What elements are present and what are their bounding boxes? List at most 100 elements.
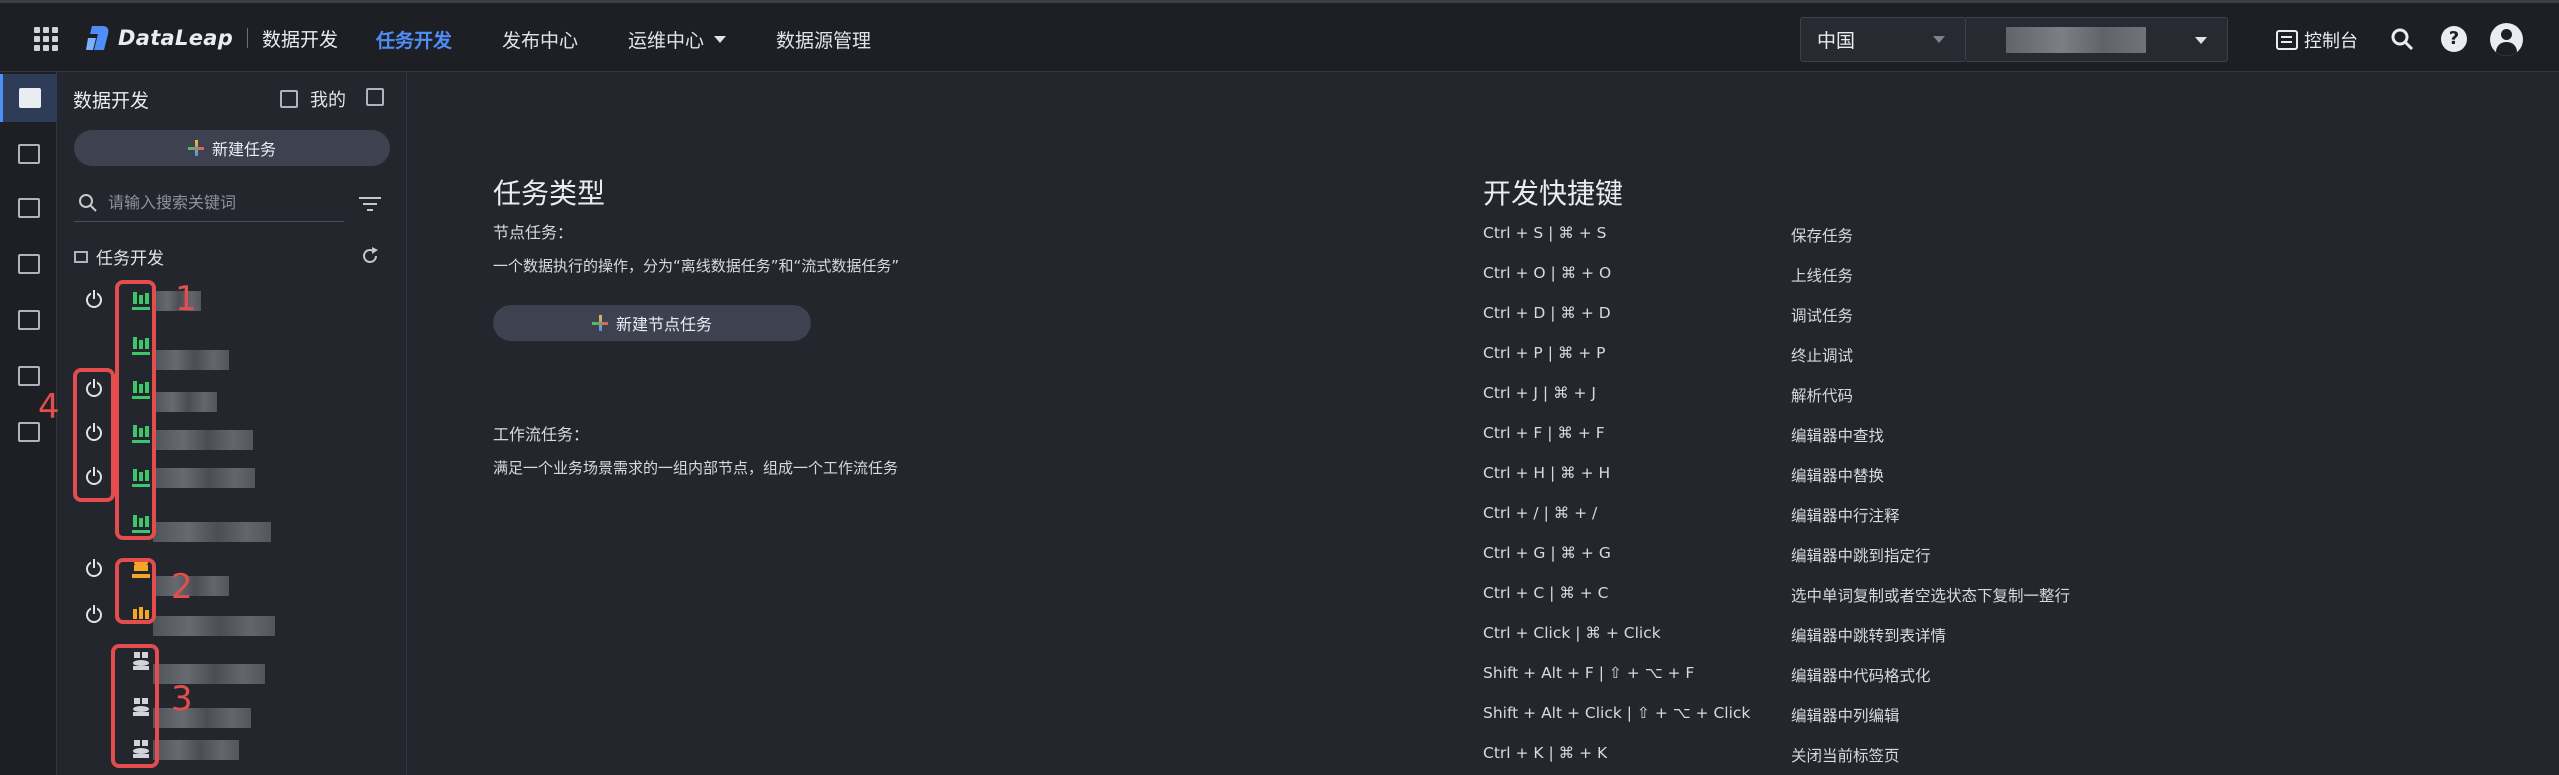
task-row[interactable]	[57, 604, 407, 636]
mine-filter-checkbox[interactable]: 我的	[280, 86, 346, 112]
shortcut-keys: Ctrl + D | ⌘ + D	[1483, 304, 1611, 322]
shortcut-description: 关闭当前标签页	[1791, 747, 1900, 765]
logo[interactable]: DataLeap 数据开发	[86, 23, 338, 53]
help-icon[interactable]: ?	[2441, 26, 2467, 52]
folder-code-icon	[74, 250, 88, 263]
nav-datasource-manage[interactable]: 数据源管理	[776, 26, 871, 53]
task-row[interactable]	[57, 558, 407, 596]
highlight-box-workflows	[111, 644, 159, 768]
annotation-number: 2	[171, 567, 193, 607]
user-avatar-icon[interactable]	[2490, 23, 2523, 56]
shortcut-description: 保存任务	[1791, 227, 1854, 245]
shortcut-keys: Ctrl + O | ⌘ + O	[1483, 264, 1612, 282]
code-icon	[19, 88, 41, 108]
highlight-box-power-toggles	[73, 368, 115, 502]
shortcut-keys: Ctrl + S | ⌘ + S	[1483, 224, 1607, 242]
nav-label: 发布中心	[502, 29, 579, 52]
console-label: 控制台	[2304, 31, 2358, 52]
shortcut-description: 编辑器中列编辑	[1791, 707, 1900, 725]
new-node-task-button[interactable]: 新建节点任务	[493, 305, 811, 341]
task-name-redacted	[153, 468, 255, 488]
workflow-task-desc: 满足一个业务场景需求的一组内部节点，组成一个工作流任务	[493, 459, 899, 477]
region-select[interactable]: 中国	[1800, 17, 1966, 62]
task-name-redacted	[153, 392, 217, 412]
annotation-number: 4	[38, 387, 60, 427]
shortcut-keys: Ctrl + P | ⌘ + P	[1483, 344, 1606, 362]
library-icon	[17, 310, 40, 330]
function-icon	[17, 366, 40, 386]
task-types-title: 任务类型	[493, 177, 606, 210]
rail-query[interactable]	[0, 130, 57, 178]
search-icon[interactable]	[2390, 27, 2414, 51]
new-node-task-label: 新建节点任务	[615, 315, 712, 334]
workflow-row[interactable]	[57, 650, 407, 684]
annotation-number: 3	[171, 679, 193, 719]
task-row[interactable]	[57, 334, 407, 370]
sidebar-search	[74, 184, 344, 222]
shortcut-description: 编辑器中跳转到表详情	[1791, 627, 1947, 645]
chevron-down-icon	[1933, 36, 1945, 43]
nav-release-center[interactable]: 发布中心	[502, 26, 578, 53]
rail-tables[interactable]	[0, 240, 57, 288]
rail-code-develop[interactable]	[0, 74, 57, 122]
rail-library[interactable]	[0, 296, 57, 344]
annotation-number: 1	[175, 279, 197, 319]
workflow-row[interactable]	[57, 696, 407, 728]
shortcut-description: 编辑器中跳到指定行	[1791, 547, 1931, 565]
nav-ops-center[interactable]: 运维中心	[628, 26, 727, 53]
nav-label: 运维中心	[628, 29, 705, 52]
node-task-desc: 一个数据执行的操作，分为“离线数据任务”和“流式数据任务”	[493, 257, 900, 275]
nav-label: 数据源管理	[776, 29, 872, 52]
shortcut-keys: Ctrl + Click | ⌘ + Click	[1483, 624, 1661, 642]
tree-root-label: 任务开发	[96, 249, 164, 269]
main-content: 任务类型 节点任务： 一个数据执行的操作，分为“离线数据任务”和“流式数据任务”…	[407, 72, 2559, 775]
shortcut-description: 编辑器中替换	[1791, 467, 1885, 485]
shortcut-description: 选中单词复制或者空选状态下复制一整行	[1791, 587, 2071, 605]
checkbox-icon[interactable]	[280, 90, 298, 108]
shortcut-description: 终止调试	[1791, 347, 1854, 365]
shortcut-description: 调试任务	[1791, 307, 1854, 325]
task-name-redacted	[153, 522, 271, 542]
nav-task-develop[interactable]: 任务开发	[376, 26, 452, 53]
chevron-down-icon	[714, 35, 727, 43]
task-name-redacted	[153, 430, 253, 450]
rail-dashboard[interactable]	[0, 184, 57, 232]
dashboard-icon	[17, 198, 40, 218]
shortcut-description: 编辑器中代码格式化	[1791, 667, 1931, 685]
redacted-account	[2006, 27, 2146, 53]
shortcut-description: 编辑器中查找	[1791, 427, 1885, 445]
resource-icon	[17, 422, 40, 442]
shortcut-description: 解析代码	[1791, 387, 1854, 405]
shortcut-keys: Ctrl + H | ⌘ + H	[1483, 464, 1611, 482]
shortcut-keys: Ctrl + C | ⌘ + C	[1483, 584, 1609, 602]
layout-icon[interactable]	[366, 88, 384, 106]
top-bar: DataLeap 数据开发 任务开发 发布中心 运维中心 数据源管理 中国 控制…	[0, 0, 2559, 72]
search-list-icon	[17, 144, 40, 164]
power-icon[interactable]	[86, 605, 102, 623]
new-task-button[interactable]: 新建任务	[74, 130, 390, 166]
task-row[interactable]	[57, 289, 407, 313]
workflow-row[interactable]	[57, 738, 407, 762]
task-row[interactable]	[57, 512, 407, 542]
power-icon[interactable]	[86, 290, 102, 308]
table-icon	[17, 254, 40, 274]
shortcut-keys: Ctrl + K | ⌘ + K	[1483, 744, 1608, 762]
shortcut-keys: Shift + Alt + Click | ⇧ + ⌥ + Click	[1483, 704, 1751, 722]
node-task-label: 节点任务：	[493, 223, 574, 242]
account-select[interactable]	[1966, 17, 2228, 62]
tree-root[interactable]: 任务开发	[74, 244, 164, 269]
search-input[interactable]	[106, 192, 344, 213]
power-icon[interactable]	[86, 559, 102, 577]
shortcut-description: 编辑器中行注释	[1791, 507, 1900, 525]
task-name-redacted	[153, 708, 251, 728]
chevron-down-icon	[2195, 37, 2207, 44]
apps-grid-icon[interactable]	[34, 27, 58, 51]
product-name: 数据开发	[262, 28, 339, 51]
filter-icon[interactable]	[359, 196, 381, 212]
console-link[interactable]: 控制台	[2276, 27, 2358, 53]
sidebar-title: 数据开发	[73, 90, 150, 112]
logo-text: DataLeap	[118, 26, 234, 50]
shortcut-keys: Ctrl + / | ⌘ + /	[1483, 504, 1598, 522]
refresh-icon[interactable]	[360, 246, 380, 266]
highlight-box-stream-tasks	[115, 558, 156, 624]
